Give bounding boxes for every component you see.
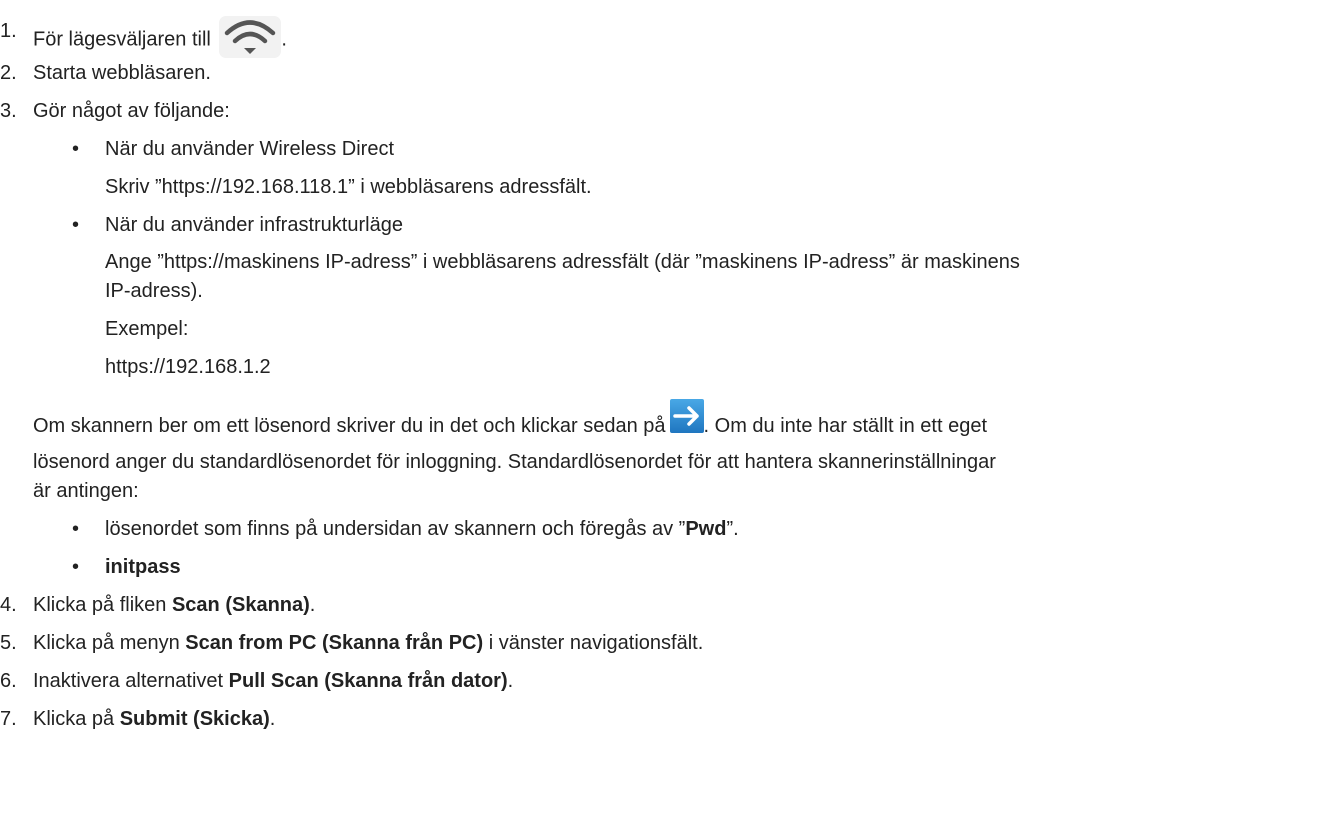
step-text: För lägesväljaren till <box>33 28 211 51</box>
wifi-icon <box>219 16 282 58</box>
bullet: • <box>72 214 80 236</box>
step-number: 4. <box>0 594 17 616</box>
example-label: Exempel: <box>105 318 189 340</box>
step-number: 5. <box>0 632 17 654</box>
ui-label: Submit (Skicka) <box>119 708 270 730</box>
step-number: 1. <box>0 20 17 42</box>
default-password: initpass <box>105 556 181 578</box>
password-note: Om skannern ber om ett lösenord skriver … <box>33 399 987 442</box>
step-number: 2. <box>0 62 17 84</box>
option-text: Ange ”https://maskinens IP-adress” i web… <box>105 251 1020 273</box>
step-number: 6. <box>0 670 17 692</box>
password-prefix: Pwd <box>685 518 727 540</box>
ui-label: Pull Scan (Skanna från dator) <box>228 670 508 692</box>
ui-label: Scan (Skanna) <box>171 594 310 616</box>
bullet: • <box>72 138 80 160</box>
arrow-right-icon <box>669 399 704 433</box>
bullet: • <box>72 518 80 540</box>
ui-label: Scan from PC (Skanna från PC) <box>185 632 484 654</box>
example-url: https://192.168.1.2 <box>105 356 271 378</box>
option-title: När du använder infrastrukturläge <box>105 214 403 236</box>
option-text: IP-adress). <box>105 280 203 302</box>
step-text: Gör något av följande: <box>33 100 230 122</box>
password-note-text: lösenord anger du standardlösenordet för… <box>33 451 996 473</box>
password-note-text: är antingen: <box>33 480 139 502</box>
step-number: 7. <box>0 708 17 730</box>
option-text: Skriv ”https://192.168.118.1” i webbläsa… <box>105 176 592 198</box>
step-number: 3. <box>0 100 17 122</box>
option-title: När du använder Wireless Direct <box>105 138 394 160</box>
step-text: Starta webbläsaren. <box>33 62 211 84</box>
bullet: • <box>72 556 80 578</box>
